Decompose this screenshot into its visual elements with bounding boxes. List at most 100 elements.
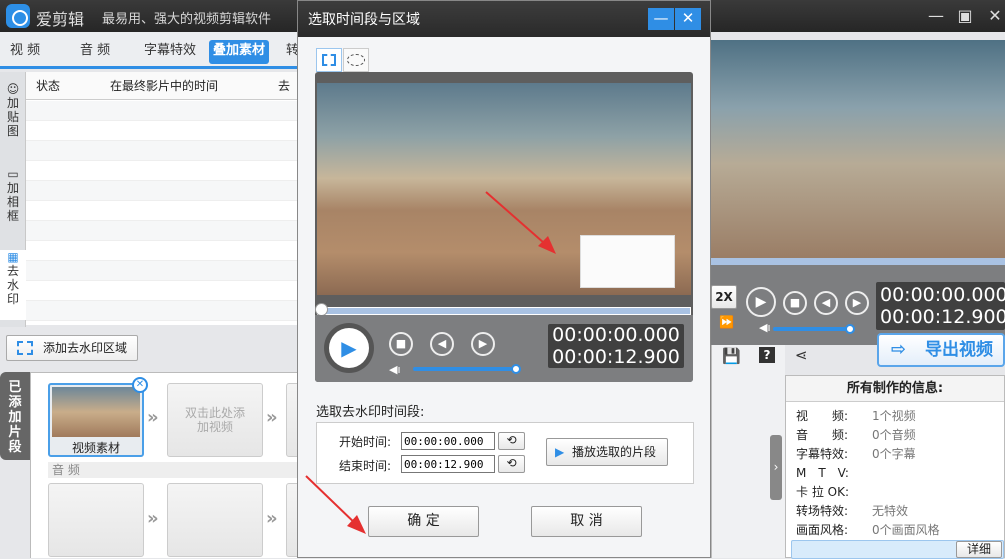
main-tabs: 视 频 音 频 字幕特效 叠加素材 转: [0, 32, 300, 69]
add-region-icon: [17, 341, 33, 355]
tab-audio[interactable]: 音 频: [76, 40, 114, 64]
side-tab-frame[interactable]: ▭ 加相框: [0, 167, 26, 237]
ellipse-select-tool[interactable]: [343, 48, 369, 72]
set-end-time-icon[interactable]: ⟲: [498, 455, 525, 473]
side-tab-watermark[interactable]: ▦ 去水印: [0, 250, 26, 320]
minimize-icon[interactable]: —: [925, 6, 947, 25]
app-slogan: 最易用、强大的视频剪辑软件: [102, 12, 272, 27]
maximize-icon[interactable]: ▣: [954, 6, 976, 25]
prev-frame-icon[interactable]: ◀: [814, 291, 838, 315]
dialog-time-display: 00:00:00.000 00:00:12.900: [548, 324, 684, 368]
smiley-icon: ☺: [6, 82, 20, 96]
dialog-scrubber[interactable]: [317, 307, 691, 315]
info-value: 0个字幕: [872, 447, 916, 461]
col-status: 状态: [36, 79, 61, 93]
info-row: 卡 拉 OK:: [796, 483, 1001, 502]
set-start-time-icon[interactable]: ⟲: [498, 432, 525, 450]
added-segments-label: 已添加片段: [0, 372, 30, 460]
table-body: [26, 101, 300, 321]
audio-slot[interactable]: [167, 483, 263, 557]
chevron-right-icon: »: [147, 508, 159, 529]
main-time-display: 00:00:00.000 00:00:12.900: [876, 282, 1005, 330]
video-frame[interactable]: [317, 83, 691, 295]
info-row: 音 频: 0个音频: [796, 426, 1001, 445]
next-frame-icon[interactable]: ▶: [471, 332, 495, 356]
help-icon[interactable]: ?: [759, 347, 775, 363]
info-key: 卡 拉 OK:: [796, 485, 849, 499]
chevron-right-icon: »: [266, 508, 278, 529]
play-icon: ▶: [555, 445, 565, 459]
stop-icon[interactable]: ■: [389, 332, 413, 356]
collapse-handle[interactable]: ›: [770, 435, 782, 500]
volume-handle[interactable]: [845, 324, 855, 334]
watermark-table: 状态 在最终影片中的时间 去队: [26, 72, 300, 325]
info-value: 0个画面风格: [872, 523, 940, 537]
info-key: 画面风格:: [796, 523, 849, 537]
remove-clip-icon[interactable]: ✕: [132, 377, 148, 393]
chevron-right-icon: »: [147, 407, 159, 428]
watermark-selection-box[interactable]: [580, 235, 675, 288]
ellipse-select-icon: [347, 54, 365, 66]
share-icon[interactable]: ⋖: [795, 346, 808, 364]
play-selection-button[interactable]: ▶ 播放选取的片段: [546, 438, 668, 466]
info-title: 所有制作的信息:: [786, 376, 1004, 402]
info-key: 视 频:: [796, 409, 849, 423]
rect-select-tool[interactable]: [316, 48, 342, 72]
frame-icon: ▭: [7, 167, 19, 181]
table-row: [26, 281, 300, 301]
start-time-input[interactable]: [401, 432, 495, 450]
table-row: [26, 201, 300, 221]
play-icon[interactable]: ▶: [746, 287, 776, 317]
info-row: 字幕特效: 0个字幕: [796, 445, 1001, 464]
end-time-input[interactable]: [401, 455, 495, 473]
prev-frame-icon[interactable]: ◀: [430, 332, 454, 356]
save-icon[interactable]: 💾: [722, 347, 741, 365]
tab-subtitles[interactable]: 字幕特效: [140, 40, 200, 64]
rect-select-icon: [322, 54, 336, 66]
start-time-label: 开始时间:: [339, 435, 392, 449]
volume-slider[interactable]: [773, 327, 849, 331]
stop-icon[interactable]: ■: [783, 291, 807, 315]
info-value: 无特效: [872, 504, 909, 518]
chevron-right-icon: »: [266, 407, 278, 428]
table-row: [26, 261, 300, 281]
audio-slot[interactable]: [48, 483, 144, 557]
dialog-close-icon[interactable]: ✕: [675, 8, 701, 30]
info-row: M T V:: [796, 464, 1001, 483]
cancel-button[interactable]: 取 消: [531, 506, 642, 537]
section-label: 选取去水印时间段:: [316, 405, 425, 420]
tab-overlay[interactable]: 叠加素材: [209, 40, 270, 64]
export-video-button[interactable]: ⇨ 导出视频: [877, 333, 1005, 367]
clip-video[interactable]: 视频素材 ✕: [48, 377, 148, 457]
dialog-video-player: ▶ ■ ◀ ▶ ◀ı 00:00:00.000 00:00:12.900: [315, 72, 693, 382]
volume-handle[interactable]: [511, 364, 521, 374]
add-watermark-area-button[interactable]: 添加去水印区域: [6, 335, 138, 361]
table-row: [26, 101, 300, 121]
timeline-area: 视频素材 ✕ » 双击此处添加视频 » 音 频 » »: [30, 372, 382, 558]
volume-slider[interactable]: [413, 367, 512, 371]
app-name: 爱剪辑: [36, 10, 85, 29]
add-video-placeholder[interactable]: 双击此处添加视频: [167, 383, 263, 457]
table-row: [26, 181, 300, 201]
table-row: [26, 221, 300, 241]
side-tabs: ☺ 加贴图 ▭ 加相框 ▦ 去水印: [0, 72, 26, 327]
end-time-label: 结束时间:: [339, 459, 392, 473]
dialog-minimize-icon[interactable]: —: [648, 8, 674, 30]
table-row: [26, 241, 300, 261]
tab-video[interactable]: 视 频: [6, 40, 44, 64]
detail-button[interactable]: 详细: [956, 541, 1002, 558]
side-tab-sticker[interactable]: ☺ 加贴图: [0, 82, 26, 152]
ok-button[interactable]: 确 定: [368, 506, 479, 537]
close-icon[interactable]: ✕: [984, 6, 1005, 25]
next-frame-icon[interactable]: ▶: [845, 291, 869, 315]
info-key: M T V:: [796, 466, 849, 480]
info-value: 0个音频: [872, 428, 916, 442]
table-row: [26, 121, 300, 141]
fast-forward-icon[interactable]: ⏩: [719, 315, 734, 329]
play-button[interactable]: ▶: [324, 323, 374, 373]
col-time: 在最终影片中的时间: [110, 79, 219, 93]
select-time-region-dialog: 选取时间段与区域 — ✕ ▶ ■ ◀ ▶ ◀ı 00:00:00.000 00:0…: [297, 0, 711, 558]
speed-button[interactable]: 2X: [711, 285, 737, 309]
export-icon: ⇨: [891, 339, 907, 360]
audio-track-label: 音 频: [48, 462, 301, 478]
